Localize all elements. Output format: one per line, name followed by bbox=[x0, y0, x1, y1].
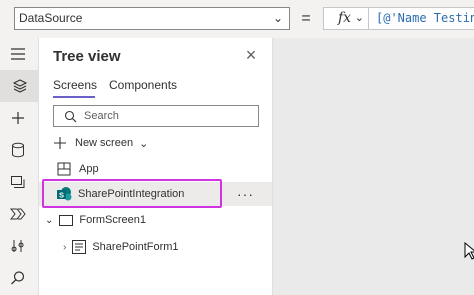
tree-item-label: App bbox=[79, 163, 99, 175]
tree-item-label: FormScreen1 bbox=[79, 214, 147, 226]
chevron-down-icon: ⌄ bbox=[272, 11, 283, 25]
property-dropdown[interactable]: DataSource ⌄ bbox=[14, 7, 290, 30]
form-icon bbox=[72, 240, 87, 254]
tab-screens[interactable]: Screens bbox=[53, 78, 97, 92]
chevron-down-icon: ⌄ bbox=[354, 12, 364, 24]
tab-components[interactable]: Components bbox=[109, 78, 177, 92]
media-icon[interactable] bbox=[0, 166, 36, 198]
screen-icon bbox=[59, 214, 74, 226]
equals-sign: = bbox=[301, 10, 311, 27]
hamburger-icon[interactable] bbox=[0, 38, 36, 70]
tree-item-app[interactable]: App bbox=[39, 157, 272, 181]
search-placeholder: Search bbox=[84, 110, 119, 122]
chevron-right-icon[interactable]: › bbox=[63, 242, 66, 253]
tree-item-label: SharePointForm1 bbox=[92, 241, 179, 253]
database-icon[interactable] bbox=[0, 134, 36, 166]
close-icon[interactable]: × bbox=[242, 46, 260, 64]
chevron-down-icon: ⌄ bbox=[139, 137, 149, 150]
property-dropdown-value: DataSource bbox=[19, 11, 83, 25]
search-input[interactable]: Search bbox=[53, 105, 259, 127]
new-screen-button[interactable]: New screen ⌄ bbox=[53, 135, 148, 151]
tree-item-sharepointform1[interactable]: › SharePointForm1 bbox=[39, 235, 272, 259]
sharepoint-icon: S bbox=[57, 187, 72, 201]
left-rail bbox=[0, 38, 39, 295]
plus-icon bbox=[54, 137, 66, 149]
cursor-icon bbox=[464, 242, 474, 260]
search-icon[interactable] bbox=[0, 262, 36, 294]
tree-item-formscreen1[interactable]: ⌄ FormScreen1 bbox=[39, 208, 272, 232]
app-icon bbox=[57, 162, 71, 176]
fx-button[interactable]: fx ⌄ bbox=[323, 7, 369, 30]
search-icon bbox=[64, 110, 77, 123]
canvas-area[interactable] bbox=[273, 38, 474, 295]
svg-text:S: S bbox=[59, 191, 64, 200]
fx-label: fx bbox=[338, 10, 352, 26]
tree-view-panel: Tree view × Screens Components Search Ne… bbox=[39, 38, 273, 295]
plus-icon[interactable] bbox=[0, 102, 36, 134]
formula-bar: DataSource ⌄ = fx ⌄ [@'Name Testin bbox=[0, 0, 474, 38]
formula-input[interactable]: [@'Name Testin bbox=[369, 7, 474, 30]
new-screen-label: New screen bbox=[75, 137, 134, 149]
tab-screens-underline bbox=[53, 96, 95, 98]
power-automate-icon[interactable] bbox=[0, 198, 36, 230]
layers-icon[interactable] bbox=[0, 70, 38, 102]
more-options-icon[interactable]: ··· bbox=[237, 186, 254, 202]
chevron-down-icon[interactable]: ⌄ bbox=[45, 215, 53, 226]
advanced-tools-icon[interactable] bbox=[0, 230, 36, 262]
panel-title: Tree view bbox=[53, 48, 121, 65]
tree-item-label: SharePointIntegration bbox=[78, 188, 185, 200]
